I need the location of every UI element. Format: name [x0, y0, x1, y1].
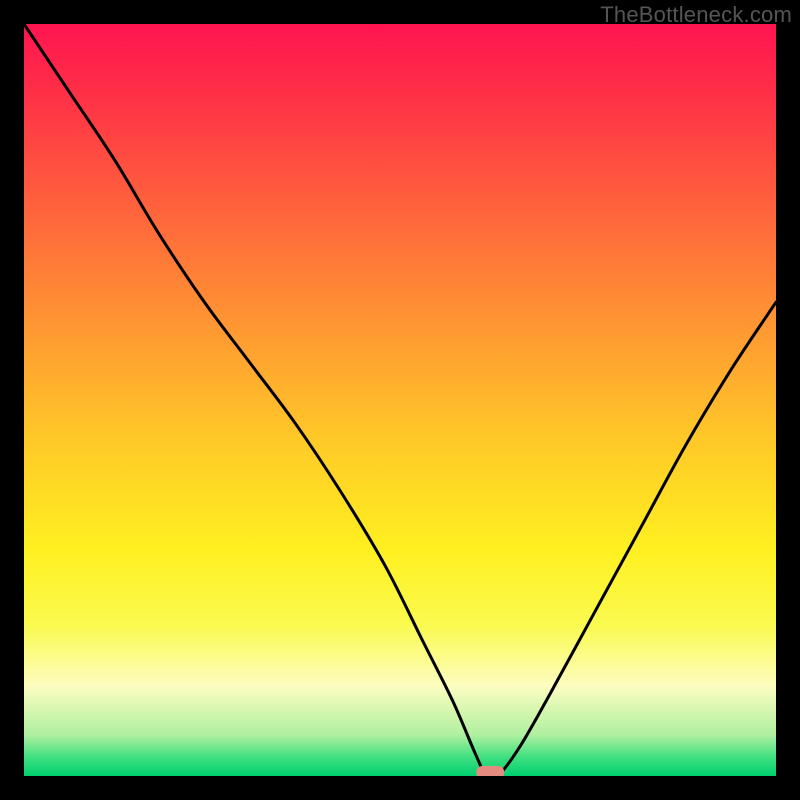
chart-svg [24, 24, 776, 776]
plot-area [24, 24, 776, 776]
optimum-marker [476, 766, 504, 776]
chart-frame: TheBottleneck.com [0, 0, 800, 800]
gradient-background [24, 24, 776, 776]
watermark-text: TheBottleneck.com [600, 2, 792, 28]
